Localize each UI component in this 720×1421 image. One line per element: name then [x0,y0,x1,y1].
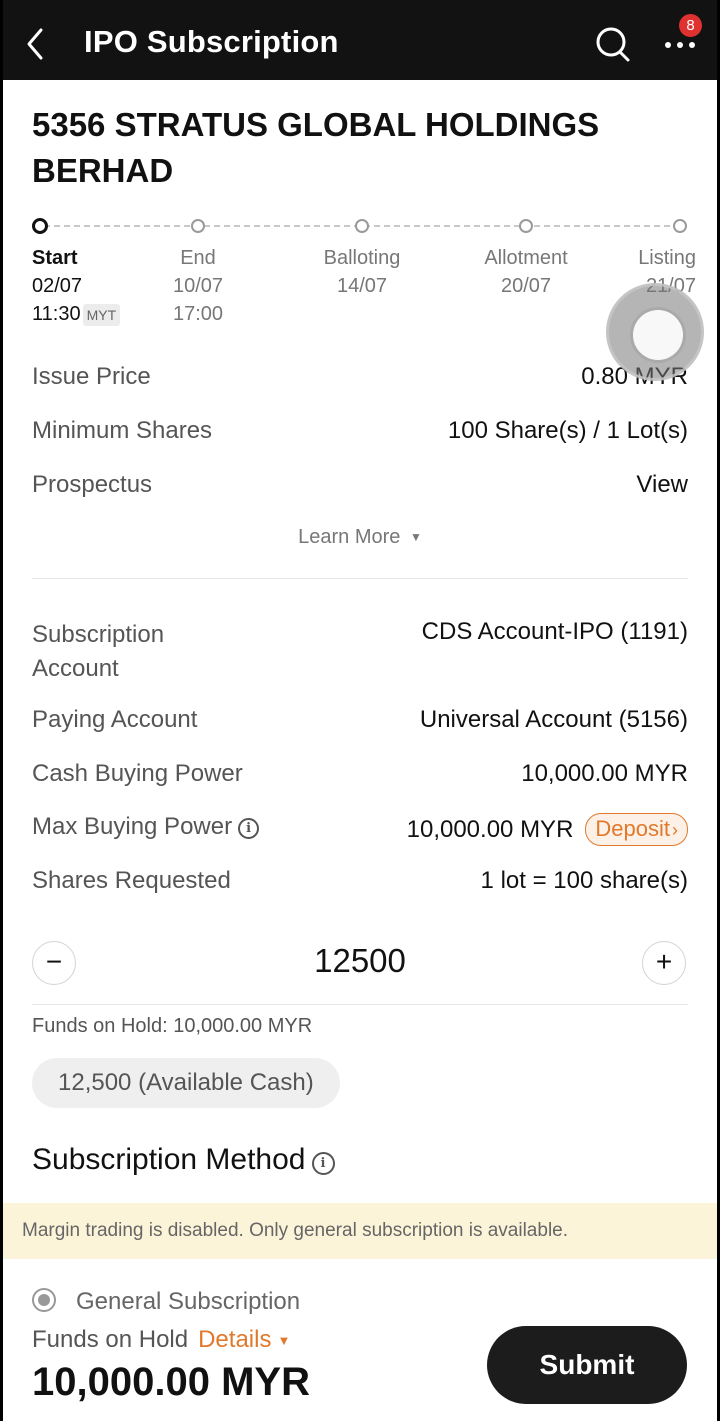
caret-down-icon: ▼ [409,530,422,544]
caret-down-icon: ▼ [277,1333,291,1348]
max-buying-power-value: 10,000.00 MYR [406,816,574,843]
info-icon[interactable]: i [311,1152,335,1175]
screen: IPO Subscription 8 5356 STRATUS GLOBAL H… [3,0,717,1421]
timeline-dot-start [32,218,48,234]
paying-account-row: Paying Account Universal Account (5156) [32,706,688,740]
deposit-label: Deposit [595,816,670,841]
paying-account-value[interactable]: Universal Account (5156) [420,706,688,734]
prospectus-label: Prospectus [32,471,153,498]
back-arrow-icon[interactable] [21,24,51,64]
prospectus-row: Prospectus View [32,471,688,505]
subscription-account-value[interactable]: CDS Account-IPO (1191) [422,618,688,646]
cash-buying-power-value: 10,000.00 MYR [521,760,688,787]
ipo-timeline: Start 02/07 11:30 MYT End 10/07 17:00 Bal… [32,214,696,334]
timeline-step-allotment: Allotment 20/07 [466,244,586,300]
minimum-shares-label: Minimum Shares [32,417,213,444]
radio-selected-icon [32,1288,56,1312]
step-name: End [180,247,216,269]
chevron-right-icon: › [672,820,678,840]
max-buying-power-row: Max Buying Power i 10,000.00 MYR Deposit › [32,813,688,849]
minimum-shares-value: 100 Share(s) / 1 Lot(s) [447,417,688,444]
step-date: 14/07 [336,275,388,297]
timeline-dot-allotment [519,219,533,233]
details-label: Details [198,1326,272,1353]
subscription-method-title-wrap: Subscription Method i [32,1143,335,1177]
learn-more-label: Learn More [298,526,401,548]
info-icon[interactable]: i [238,818,260,839]
subscription-method-title: Subscription Method [32,1143,306,1176]
divider [32,578,688,579]
step-time: 11:30 [32,303,81,325]
deposit-button[interactable]: Deposit › [585,813,688,846]
timeline-step-balloting: Balloting 14/07 [302,244,422,300]
subscription-account-row: Subscription Account CDS Account-IPO (11… [32,618,688,688]
general-subscription-label: General Subscription [76,1288,301,1315]
step-date: 20/07 [500,275,552,297]
page-title: IPO Subscription [84,24,339,59]
funds-on-hold-text: Funds on Hold: 10,000.00 MYR [32,1015,313,1037]
subscription-account-label: Subscription Account [32,621,165,682]
prospectus-view-link[interactable]: View [636,471,688,499]
quantity-divider [32,1004,688,1005]
step-name: Allotment [484,247,568,269]
step-name: Balloting [323,247,401,269]
timeline-dot-end [191,219,205,233]
step-name: Start [32,247,78,269]
submit-button[interactable]: Submit [487,1326,687,1404]
funds-on-hold-label: Funds on Hold [32,1326,189,1353]
step-date: 10/07 [172,275,224,297]
timeline-dot-listing [673,219,687,233]
margin-disabled-notice: Margin trading is disabled. Only general… [3,1203,717,1259]
stock-name: 5356 STRATUS GLOBAL HOLDINGS BERHAD [32,106,600,189]
increase-quantity-button[interactable]: + [642,941,686,985]
lot-size-hint: 1 lot = 100 share(s) [480,867,688,894]
issue-price-row: Issue Price 0.80 MYR [32,363,688,397]
details-dropdown[interactable]: Details ▼ [198,1326,290,1353]
touch-indicator [606,283,704,381]
top-bar: IPO Subscription 8 [3,0,717,80]
step-time: 17:00 [172,303,224,325]
cash-buying-power-label: Cash Buying Power [32,760,243,787]
issue-price-label: Issue Price [32,363,151,390]
timeline-dot-balloting [355,219,369,233]
max-buying-power-label-wrap: Max Buying Power i [32,813,260,841]
shares-requested-label: Shares Requested [32,867,231,894]
quantity-input[interactable]: 12500 [3,942,717,980]
available-cash-chip[interactable]: 12,500 (Available Cash) [32,1058,340,1108]
notification-badge: 8 [679,14,702,37]
funds-on-hold-footer: Funds on Hold Details ▼ [32,1326,290,1354]
minimum-shares-row: Minimum Shares 100 Share(s) / 1 Lot(s) [32,417,688,451]
shares-requested-row: Shares Requested 1 lot = 100 share(s) [32,867,688,901]
bottom-action-bar: Funds on Hold Details ▼ 10,000.00 MYR Subm… [3,1316,717,1421]
timezone-tag: MYT [82,303,121,326]
max-buying-power-value-wrap: 10,000.00 MYR Deposit › [407,813,688,846]
search-icon[interactable] [593,24,633,64]
cash-buying-power-row: Cash Buying Power 10,000.00 MYR [32,760,688,794]
funds-on-hold-amount: 10,000.00 MYR [32,1360,310,1404]
learn-more-toggle[interactable]: Learn More ▼ [3,526,717,549]
general-subscription-option[interactable]: General Subscription [32,1288,300,1316]
paying-account-label: Paying Account [32,706,198,733]
timeline-step-start: Start 02/07 11:30 MYT [32,244,142,328]
max-buying-power-label: Max Buying Power [32,813,233,840]
step-name: Listing [638,247,696,269]
timeline-step-end: End 10/07 17:00 [148,244,248,328]
step-date: 02/07 [32,275,83,297]
